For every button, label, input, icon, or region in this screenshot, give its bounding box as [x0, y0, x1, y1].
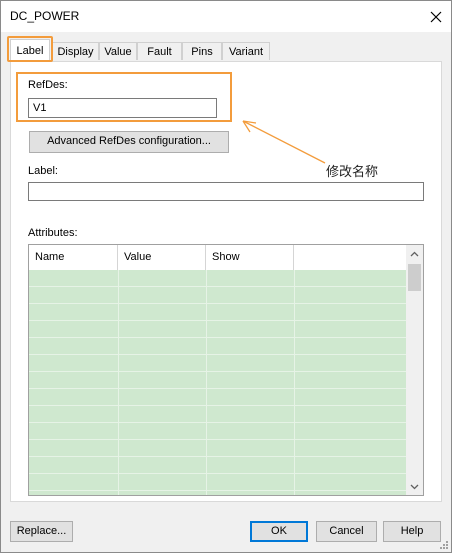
tab-fault-text: Fault	[147, 46, 172, 58]
tab-fault[interactable]: Fault	[137, 42, 182, 60]
tab-value[interactable]: Value	[99, 42, 137, 60]
replace-button[interactable]: Replace...	[10, 521, 73, 542]
label-input[interactable]	[28, 182, 424, 201]
tab-label[interactable]: Label	[10, 39, 50, 61]
tab-display[interactable]: Display	[52, 42, 99, 60]
dialog-window: DC_POWER Label Display Value Fault Pins …	[0, 0, 452, 553]
tab-pins[interactable]: Pins	[182, 42, 222, 60]
scroll-down-button[interactable]	[406, 478, 423, 495]
advanced-refdes-button[interactable]: Advanced RefDes configuration...	[29, 131, 229, 153]
annotation-arrow	[242, 120, 326, 164]
cancel-button[interactable]: Cancel	[316, 521, 377, 542]
tab-strip: Label Display Value Fault Pins Variant	[1, 32, 451, 62]
table-gridlines	[29, 270, 406, 495]
tab-variant[interactable]: Variant	[222, 42, 270, 60]
column-header-show[interactable]: Show	[206, 245, 294, 270]
column-header-name[interactable]: Name	[29, 245, 118, 270]
tab-label-text: Label	[16, 45, 44, 57]
column-header-value[interactable]: Value	[118, 245, 206, 270]
title-bar: DC_POWER	[1, 1, 451, 32]
chevron-down-icon	[410, 484, 419, 489]
vertical-scrollbar[interactable]	[406, 245, 423, 495]
tab-pins-text: Pins	[191, 46, 213, 58]
ok-button[interactable]: OK	[250, 521, 308, 542]
column-header-extra[interactable]	[294, 245, 406, 270]
tab-display-text: Display	[57, 46, 94, 58]
scroll-thumb[interactable]	[408, 264, 421, 291]
annotation-text: 修改名称	[326, 164, 379, 179]
table-header: Name Value Show	[29, 245, 406, 270]
window-title: DC_POWER	[10, 9, 80, 23]
tab-value-text: Value	[104, 46, 132, 58]
attributes-label: Attributes:	[28, 227, 78, 239]
refdes-label: RefDes:	[28, 79, 68, 91]
close-button[interactable]	[420, 1, 451, 32]
close-icon	[430, 11, 441, 22]
refdes-input[interactable]: V1	[28, 98, 217, 118]
table-body[interactable]	[29, 270, 406, 495]
scroll-up-button[interactable]	[406, 245, 423, 262]
label-field-label: Label:	[28, 165, 58, 177]
resize-grip-icon[interactable]	[438, 539, 449, 550]
help-button[interactable]: Help	[383, 521, 441, 542]
tab-variant-text: Variant	[228, 46, 264, 58]
chevron-up-icon	[410, 251, 419, 256]
attributes-table[interactable]: Name Value Show	[28, 244, 424, 496]
